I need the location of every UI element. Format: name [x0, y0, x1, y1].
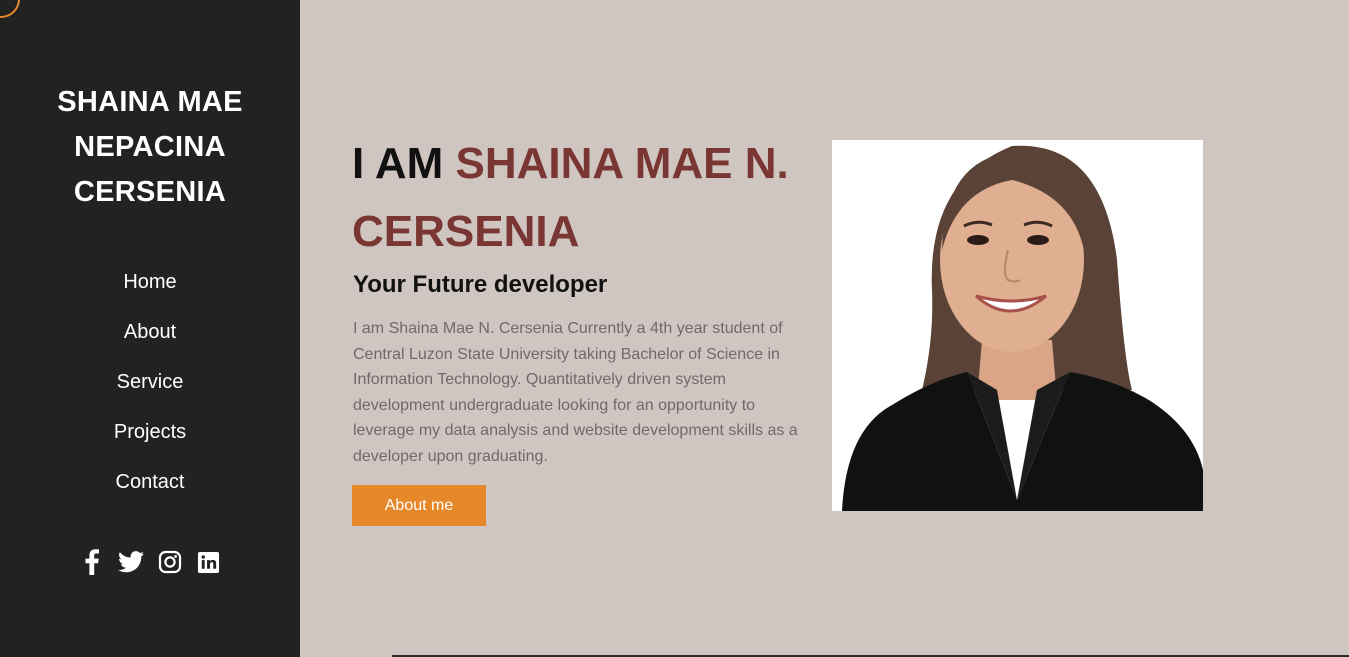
brand-line-1: SHAINA MAE — [57, 86, 243, 118]
hero-bio: I am Shaina Mae N. Cersenia Currently a … — [353, 320, 798, 465]
hero-subtitle: Your Future developer — [353, 271, 608, 298]
nav-link-contact[interactable]: Contact — [116, 471, 185, 494]
nav-link-about[interactable]: About — [124, 321, 176, 344]
profile-photo — [832, 140, 1203, 511]
scroll-progress-ring — [0, 0, 20, 18]
page: SHAINA MAE NEPACINA CERSENIA Home About … — [0, 0, 1349, 657]
social-links — [0, 547, 300, 577]
nav-item-projects: Projects — [0, 407, 300, 457]
brand-line-3: CERSENIA — [73, 176, 227, 208]
hero-intro: I AM — [352, 139, 456, 188]
nav-menu: Home About Service Projects Contact — [0, 257, 300, 507]
nav-item-home: Home — [0, 257, 300, 307]
hero-headline: I AM SHAINA MAE N. CERSENIA — [352, 130, 822, 266]
twitter-icon[interactable] — [117, 547, 144, 577]
instagram-icon[interactable] — [157, 547, 183, 577]
site-brand[interactable]: SHAINA MAE NEPACINA CERSENIA — [0, 80, 300, 215]
nav-item-contact: Contact — [0, 457, 300, 507]
hero-section: I AM SHAINA MAE N. CERSENIA Your Future … — [300, 0, 1349, 657]
brand-line-2: NEPACINA — [74, 131, 226, 163]
nav-link-service[interactable]: Service — [117, 371, 184, 394]
about-me-button[interactable]: About me — [352, 485, 486, 526]
nav-link-projects[interactable]: Projects — [114, 421, 186, 444]
nav-item-about: About — [0, 307, 300, 357]
facebook-icon[interactable] — [79, 547, 105, 577]
nav-link-home[interactable]: Home — [123, 271, 176, 294]
sidebar: SHAINA MAE NEPACINA CERSENIA Home About … — [0, 0, 300, 657]
nav-item-service: Service — [0, 357, 300, 407]
linkedin-icon[interactable] — [196, 547, 222, 577]
